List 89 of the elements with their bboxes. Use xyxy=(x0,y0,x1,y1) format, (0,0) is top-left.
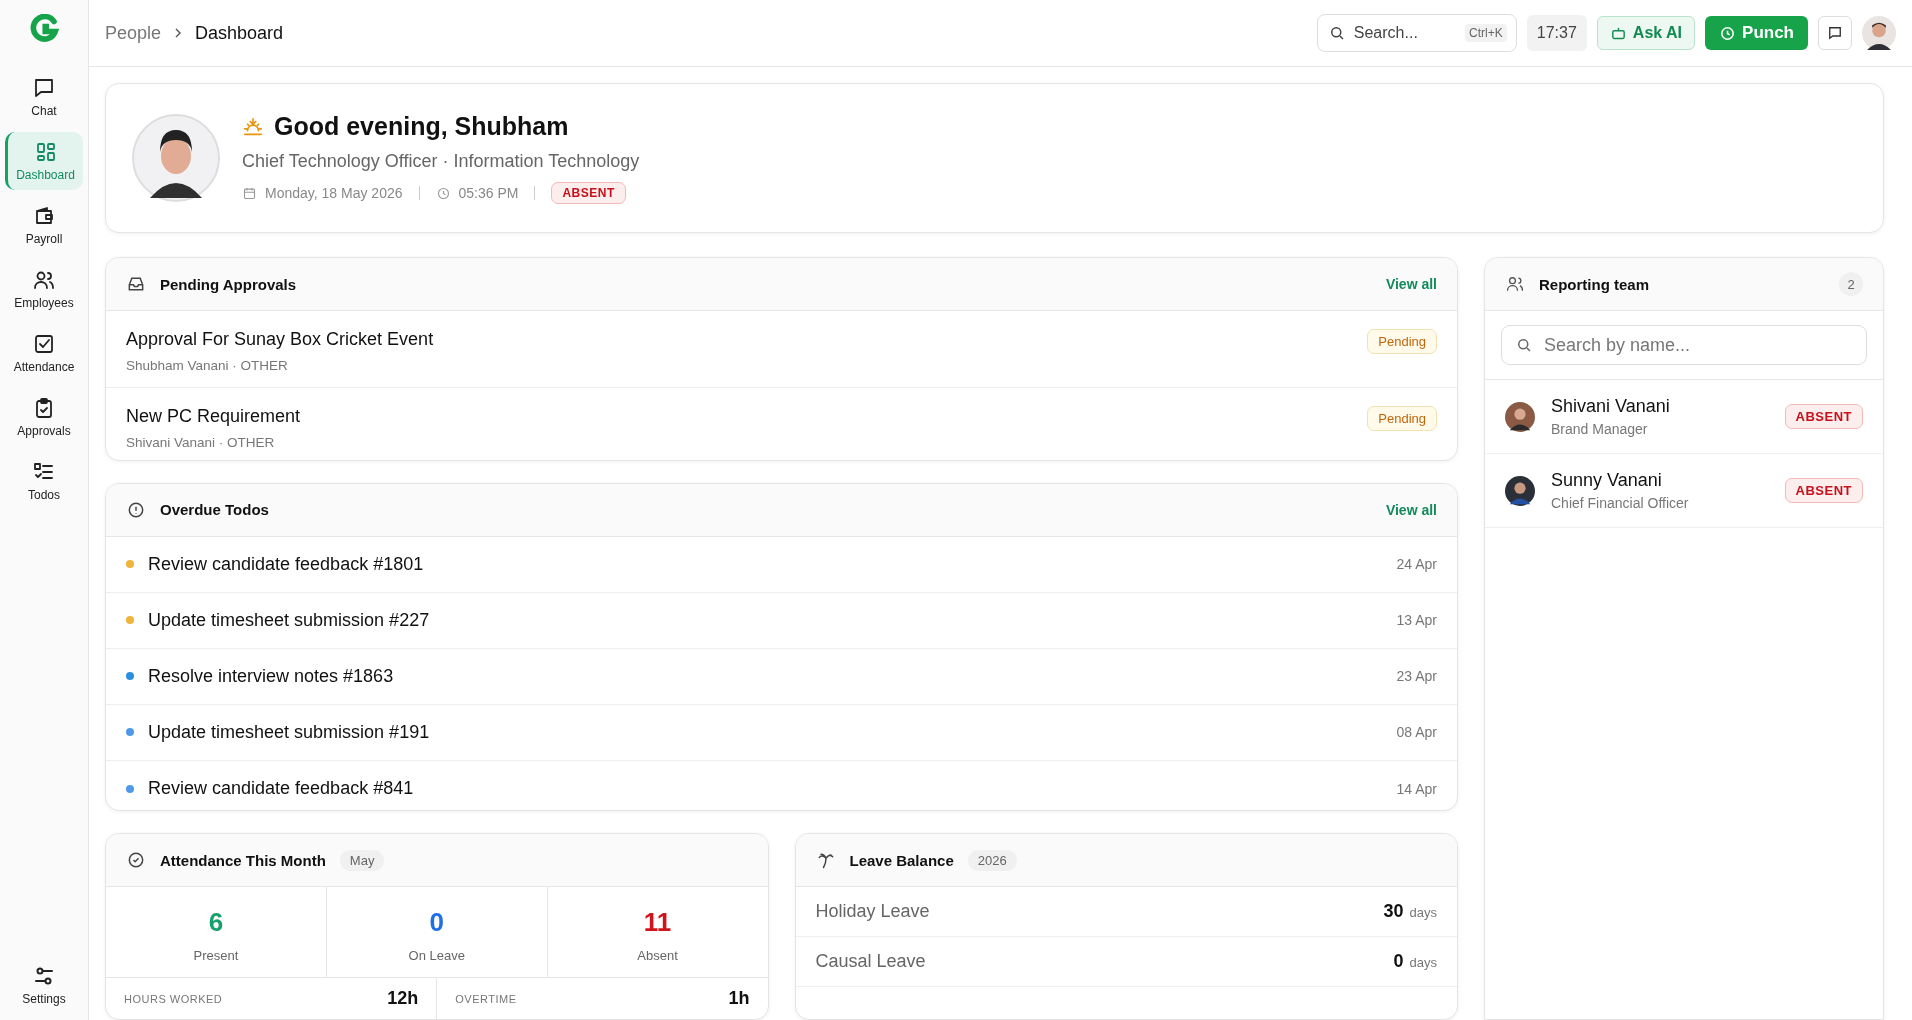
status-badge: ABSENT xyxy=(551,182,626,204)
member-name: Shivani Vanani xyxy=(1551,396,1671,417)
sidebar-item[interactable]: Settings xyxy=(5,956,83,1014)
card-title: Pending Approvals xyxy=(160,275,297,293)
shortcut-hint: Ctrl+K xyxy=(1465,24,1507,42)
check-circle-icon xyxy=(126,850,146,870)
leave-type: Holiday Leave xyxy=(815,901,931,922)
chat-icon xyxy=(32,76,56,100)
year-badge: 2026 xyxy=(967,849,1017,871)
approval-meta: Shubham Vanani · OTHER xyxy=(126,358,289,373)
logo-icon xyxy=(29,14,59,44)
todo-title: Update timesheet submission #191 xyxy=(148,721,431,743)
todo-title: Review candidate feedback #841 xyxy=(148,778,415,800)
status-badge: ABSENT xyxy=(1784,478,1863,503)
card-title: Overdue Todos xyxy=(160,501,269,519)
view-all-link[interactable]: View all xyxy=(1385,501,1437,518)
todo-item[interactable]: Update timesheet submission #227 13 Apr xyxy=(106,592,1457,649)
total-value: 1h xyxy=(728,988,750,1009)
card-title: Reporting team xyxy=(1539,275,1649,293)
clock-icon xyxy=(435,185,451,201)
count-badge: 2 xyxy=(1839,272,1863,296)
due-date: 23 Apr xyxy=(1396,668,1437,685)
todo-title: Resolve interview notes #1863 xyxy=(148,665,395,687)
total-label: HOURS WORKED xyxy=(124,992,223,1005)
message-button[interactable] xyxy=(1818,16,1852,50)
time: 05:36 PM xyxy=(458,185,519,201)
sidebar-item[interactable]: Chat xyxy=(5,68,83,126)
search-icon xyxy=(1515,336,1533,354)
inbox-icon xyxy=(126,274,146,294)
sidebar-item[interactable]: Approvals xyxy=(5,388,83,446)
team-member[interactable]: Sunny Vanani Chief Financial Officer ABSENT xyxy=(1485,454,1883,528)
card-title: Attendance This Month xyxy=(160,851,326,869)
leave-type: Causal Leave xyxy=(815,951,927,972)
due-date: 08 Apr xyxy=(1396,724,1437,741)
sidebar-item[interactable]: Payroll xyxy=(5,196,83,254)
stat-label: On Leave xyxy=(408,948,465,963)
approval-title: New PC Requirement xyxy=(126,406,301,427)
checkbox-icon xyxy=(32,332,56,356)
ask-ai-button[interactable]: Ask AI xyxy=(1596,16,1696,50)
breadcrumb-item: Dashboard xyxy=(195,22,284,44)
breadcrumb-item[interactable]: People xyxy=(105,22,162,44)
approval-item[interactable]: Approval For Sunay Box Cricket Event Shubham Vanani · OTHER Pending xyxy=(106,311,1457,388)
total-label: OVERTIME xyxy=(455,992,517,1005)
sunset-icon xyxy=(242,115,264,138)
chat-icon xyxy=(1826,24,1844,42)
leave-count: 30 xyxy=(1383,901,1404,922)
approval-item[interactable]: New PC Requirement Shivani Vanani · OTHER Pending xyxy=(106,388,1457,460)
users-icon xyxy=(1505,274,1525,294)
month-badge: May xyxy=(339,849,385,871)
sidebar-item[interactable]: Attendance xyxy=(5,324,83,382)
team-member[interactable]: Shivani Vanani Brand Manager ABSENT xyxy=(1485,380,1883,454)
leave-unit: days xyxy=(1409,905,1437,920)
sidebar-item[interactable]: Todos xyxy=(5,452,83,510)
view-all-link[interactable]: View all xyxy=(1385,276,1437,292)
date: Monday, 18 May 2026 xyxy=(265,185,403,201)
calendar-icon xyxy=(242,185,257,201)
due-date: 14 Apr xyxy=(1396,780,1437,797)
todo-item[interactable]: Review candidate feedback #841 14 Apr xyxy=(106,760,1457,810)
card-title: Leave Balance xyxy=(849,851,954,869)
sidebar-item[interactable]: Employees xyxy=(5,260,83,318)
due-date: 24 Apr xyxy=(1396,556,1437,573)
member-name: Sunny Vanani xyxy=(1551,470,1663,491)
todo-title: Review candidate feedback #1801 xyxy=(148,553,425,575)
todo-item[interactable]: Review candidate feedback #1801 24 Apr xyxy=(106,536,1457,593)
leave-unit: days xyxy=(1409,955,1437,970)
due-date: 13 Apr xyxy=(1396,612,1437,629)
todo-item[interactable]: Resolve interview notes #1863 23 Apr xyxy=(106,648,1457,705)
todo-item[interactable]: Update timesheet submission #191 08 Apr xyxy=(106,704,1457,761)
clock: 17:37 xyxy=(1526,15,1587,51)
todo-title: Update timesheet submission #227 xyxy=(148,609,431,631)
leave-count: 0 xyxy=(1393,951,1404,972)
member-role: Brand Manager xyxy=(1551,421,1649,437)
stat-label: Present xyxy=(193,948,239,963)
status-badge: Pending xyxy=(1367,406,1437,431)
sidebar-item[interactable]: Dashboard xyxy=(5,132,83,190)
stat-value: 6 xyxy=(208,907,224,938)
clock-icon xyxy=(1719,24,1737,42)
stat-label: Absent xyxy=(637,948,678,963)
status-badge: ABSENT xyxy=(1784,404,1863,429)
job-title: Chief Technology Officer · Information Technology xyxy=(242,151,640,172)
stat-value: 0 xyxy=(429,907,444,938)
total-value: 12h xyxy=(387,988,419,1009)
greeting: Good evening, Shubham xyxy=(274,112,569,141)
approval-title: Approval For Sunay Box Cricket Event xyxy=(126,329,434,350)
stat-value: 11 xyxy=(643,907,672,938)
approval-meta: Shivani Vanani · OTHER xyxy=(126,435,276,450)
status-badge: Pending xyxy=(1367,329,1437,354)
search-field[interactable]: Search by name... xyxy=(1501,325,1867,365)
member-role: Chief Financial Officer xyxy=(1551,495,1690,511)
